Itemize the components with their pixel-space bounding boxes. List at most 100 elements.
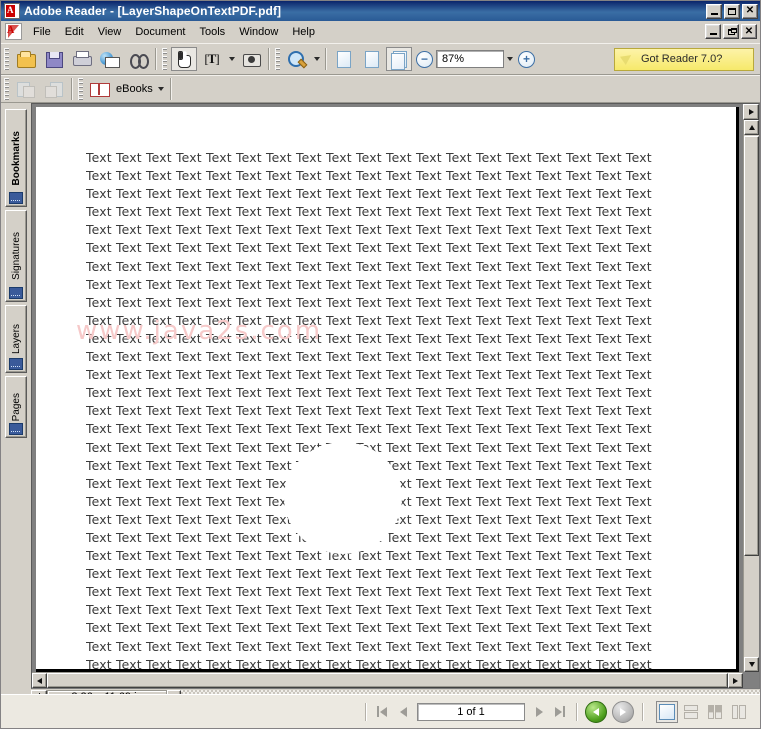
page-text-line: Text Text Text Text Text Text Text Text … [86, 584, 652, 600]
menu-item-document[interactable]: Document [128, 23, 192, 41]
menu-item-help[interactable]: Help [285, 23, 322, 41]
menu-item-edit[interactable]: Edit [58, 23, 91, 41]
toolbar-grip[interactable] [275, 48, 280, 70]
menu-item-view[interactable]: View [91, 23, 129, 41]
menu-item-window[interactable]: Window [232, 23, 285, 41]
zoom-out-button[interactable]: − [416, 50, 433, 68]
chevron-down-icon [228, 57, 235, 61]
restore-icon [727, 27, 737, 35]
page-text-line: Text Text Text Text Text Text Text Text … [86, 638, 652, 654]
menu-item-file[interactable]: File [26, 23, 58, 41]
continuous-layout-button[interactable] [680, 701, 702, 723]
single-page-layout-button[interactable] [656, 700, 678, 723]
select-tool-dropdown[interactable] [226, 48, 237, 70]
maximize-button[interactable] [724, 3, 740, 19]
go-back-button[interactable] [585, 700, 607, 723]
separator [365, 702, 366, 721]
vertical-scroll-thumb[interactable] [744, 136, 759, 556]
email-button[interactable] [97, 47, 123, 71]
zoom-level-input[interactable]: 87% [436, 50, 504, 68]
menu-item-tools[interactable]: Tools [193, 23, 233, 41]
page-text-line: Text Text Text Text Text Text Text Text … [86, 240, 652, 256]
document-close-button[interactable]: ✕ [741, 24, 757, 39]
sidebar-tab-label: Pages [10, 392, 22, 422]
page-text-line: Text Text Text Text Text Text Text Text … [86, 367, 652, 383]
last-page-button[interactable] [550, 702, 570, 722]
expand-navigation-button[interactable] [743, 104, 759, 120]
document-viewer: Text Text Text Text Text Text Text Text … [31, 103, 760, 689]
binoculars-icon [128, 50, 149, 69]
main-toolbar: T − 87% + Got Reader 7.0? [1, 43, 760, 75]
search-button[interactable] [125, 47, 151, 71]
adobe-reader-window: Adobe Reader - [LayerShapeOnTextPDF.pdf]… [0, 0, 761, 729]
next-page-button[interactable] [529, 702, 549, 722]
pdf-page: Text Text Text Text Text Text Text Text … [36, 107, 736, 669]
print-button[interactable] [69, 47, 95, 71]
sidebar-tab-pages[interactable]: Pages [5, 376, 27, 438]
first-page-button[interactable] [372, 702, 392, 722]
scroll-right-button[interactable] [728, 673, 743, 688]
toolbar-grip[interactable] [78, 78, 83, 100]
last-page-icon [555, 706, 565, 717]
scroll-left-button[interactable] [32, 673, 47, 688]
scroll-down-button[interactable] [744, 657, 759, 672]
facing-layout-button[interactable] [728, 701, 750, 723]
open-button[interactable] [13, 47, 39, 71]
actual-size-button[interactable] [330, 47, 356, 71]
select-text-tool[interactable]: T [199, 47, 225, 71]
vertical-scrollbar[interactable] [743, 104, 759, 672]
close-button[interactable]: ✕ [742, 3, 758, 19]
zoom-in-button[interactable]: + [518, 50, 535, 68]
close-icon: ✕ [744, 25, 754, 37]
fit-width-button[interactable] [386, 47, 412, 71]
document-icon [5, 23, 22, 40]
sidebar-tab-signatures[interactable]: Signatures [5, 210, 27, 302]
ebooks-dropdown[interactable] [156, 78, 167, 100]
sidebar-tab-bookmarks[interactable]: Bookmarks [5, 109, 27, 207]
toolbar-grip[interactable] [4, 48, 9, 70]
got-reader-promo-button[interactable]: Got Reader 7.0? [614, 47, 754, 71]
white-ellipse-overlay [284, 442, 402, 554]
ebooks-button[interactable] [87, 77, 113, 101]
separator [576, 702, 577, 721]
toolbar-grip[interactable] [162, 48, 167, 70]
document-restore-button[interactable] [723, 24, 739, 39]
tab-grip-icon [9, 423, 23, 435]
zoom-level-dropdown[interactable] [504, 48, 515, 70]
minimize-icon [709, 33, 717, 35]
single-page-icon [659, 703, 675, 720]
camera-icon [241, 50, 261, 68]
page-text-line: Text Text Text Text Text Text Text Text … [86, 385, 652, 401]
toolbar-grip[interactable] [4, 78, 9, 100]
zoom-in-tool[interactable] [284, 47, 310, 71]
document-canvas[interactable]: Text Text Text Text Text Text Text Text … [32, 104, 743, 672]
ebook-icon [90, 80, 110, 98]
previous-page-button[interactable] [393, 702, 413, 722]
zoom-tool-dropdown[interactable] [311, 48, 322, 70]
next-view-icon [44, 80, 64, 98]
horizontal-scrollbar[interactable] [32, 672, 743, 688]
sidebar-tab-layers[interactable]: Layers [5, 305, 27, 373]
save-button[interactable] [41, 47, 67, 71]
snapshot-tool[interactable] [238, 47, 264, 71]
ebooks-label[interactable]: eBooks [114, 83, 156, 95]
page-number-input[interactable]: 1 of 1 [417, 702, 525, 721]
previous-view-button[interactable] [13, 77, 39, 101]
hand-tool[interactable] [171, 47, 197, 71]
page-layout-group [648, 700, 750, 723]
scroll-up-button[interactable] [744, 120, 759, 135]
first-page-icon [377, 706, 387, 717]
tab-grip-icon [9, 358, 23, 370]
open-folder-icon [16, 50, 36, 68]
minimize-button[interactable] [706, 3, 722, 19]
page-stack-icon [391, 50, 407, 70]
horizontal-scroll-thumb[interactable] [47, 673, 728, 688]
next-view-button[interactable] [41, 77, 67, 101]
document-minimize-button[interactable] [705, 24, 721, 39]
continuous-facing-layout-button[interactable] [704, 701, 726, 723]
fit-page-button[interactable] [358, 47, 384, 71]
go-forward-button[interactable] [612, 700, 634, 723]
window-title: Adobe Reader - [LayerShapeOnTextPDF.pdf] [24, 4, 282, 18]
page-text-line: Text Text Text Text Text Text Text Text … [86, 204, 652, 220]
page-text-line: Text Text Text Text Text Text Text Text … [86, 349, 652, 365]
